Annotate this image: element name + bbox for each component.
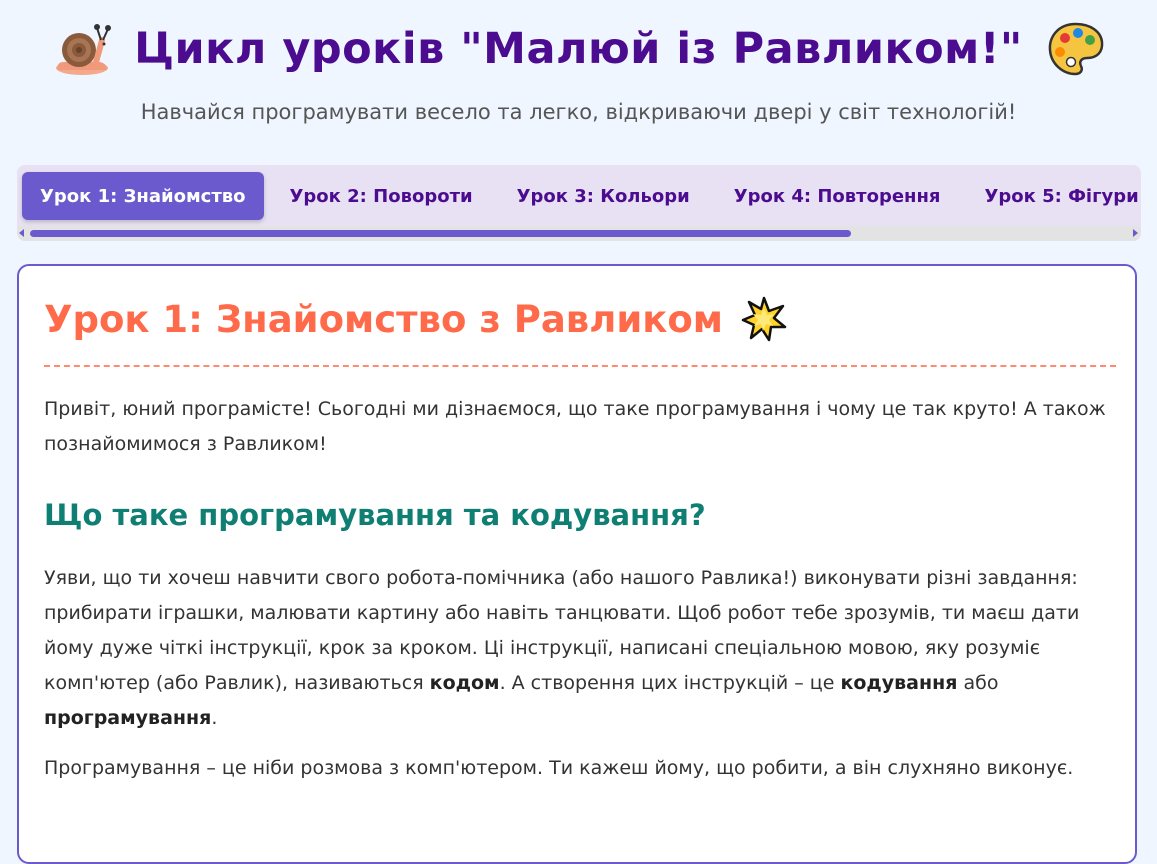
tab-lesson-1[interactable]: Урок 1: Знайомство bbox=[22, 172, 264, 220]
lesson-intro: Привіт, юний програмісте! Сьогодні ми ді… bbox=[44, 398, 1106, 455]
page-subtitle: Навчайся програмувати весело та легко, в… bbox=[140, 100, 1017, 124]
tab-lesson-3[interactable]: Урок 3: Кольори bbox=[499, 172, 708, 220]
lesson-heading: Урок 1: Знайомство з Равликом bbox=[44, 296, 787, 342]
tab-lesson-2[interactable]: Урок 2: Повороти bbox=[272, 172, 491, 220]
page-title: Цикл уроків "Малюй із Равликом!" bbox=[134, 24, 1023, 74]
p2-text-2: . А створення цих інструкцій – це bbox=[499, 672, 841, 694]
p2-bold-code: кодом bbox=[429, 672, 500, 694]
tab-lesson-4[interactable]: Урок 4: Повторення bbox=[716, 172, 959, 220]
p2-text-4: . bbox=[211, 707, 218, 729]
scroll-left-arrow-icon[interactable] bbox=[19, 229, 24, 237]
snail-icon bbox=[50, 18, 112, 80]
heading-divider bbox=[44, 365, 1116, 367]
tabs-scrollbar-thumb[interactable] bbox=[30, 230, 851, 237]
p2-text-3: або bbox=[957, 672, 999, 694]
tabs-scrollbar[interactable] bbox=[17, 226, 1141, 241]
lesson-paragraph-conversation: Програмування – це ніби розмова з комп'ю… bbox=[44, 757, 1074, 779]
lesson-tabs-bar: Урок 1: Знайомство Урок 2: Повороти Урок… bbox=[17, 165, 1141, 241]
title-row: Цикл уроків "Малюй із Равликом!" bbox=[0, 14, 1157, 84]
palette-icon bbox=[1045, 18, 1107, 80]
lesson-card: Урок 1: Знайомство з Равликом Привіт, юн… bbox=[17, 264, 1137, 864]
lesson-paragraph-coding: Уяви, що ти хочеш навчити свого робота-п… bbox=[44, 561, 1114, 736]
p2-bold-coding: кодування bbox=[840, 672, 958, 694]
p2-bold-programming: програмування bbox=[44, 707, 212, 729]
sparkle-star-icon bbox=[741, 296, 787, 342]
section-heading: Що таке програмування та кодування? bbox=[44, 498, 706, 532]
lesson-heading-text: Урок 1: Знайомство з Равликом bbox=[44, 297, 724, 341]
tab-lesson-5[interactable]: Урок 5: Фігури bbox=[966, 172, 1141, 220]
lesson-tabs: Урок 1: Знайомство Урок 2: Повороти Урок… bbox=[22, 172, 1141, 220]
scroll-right-arrow-icon[interactable] bbox=[1133, 229, 1138, 237]
